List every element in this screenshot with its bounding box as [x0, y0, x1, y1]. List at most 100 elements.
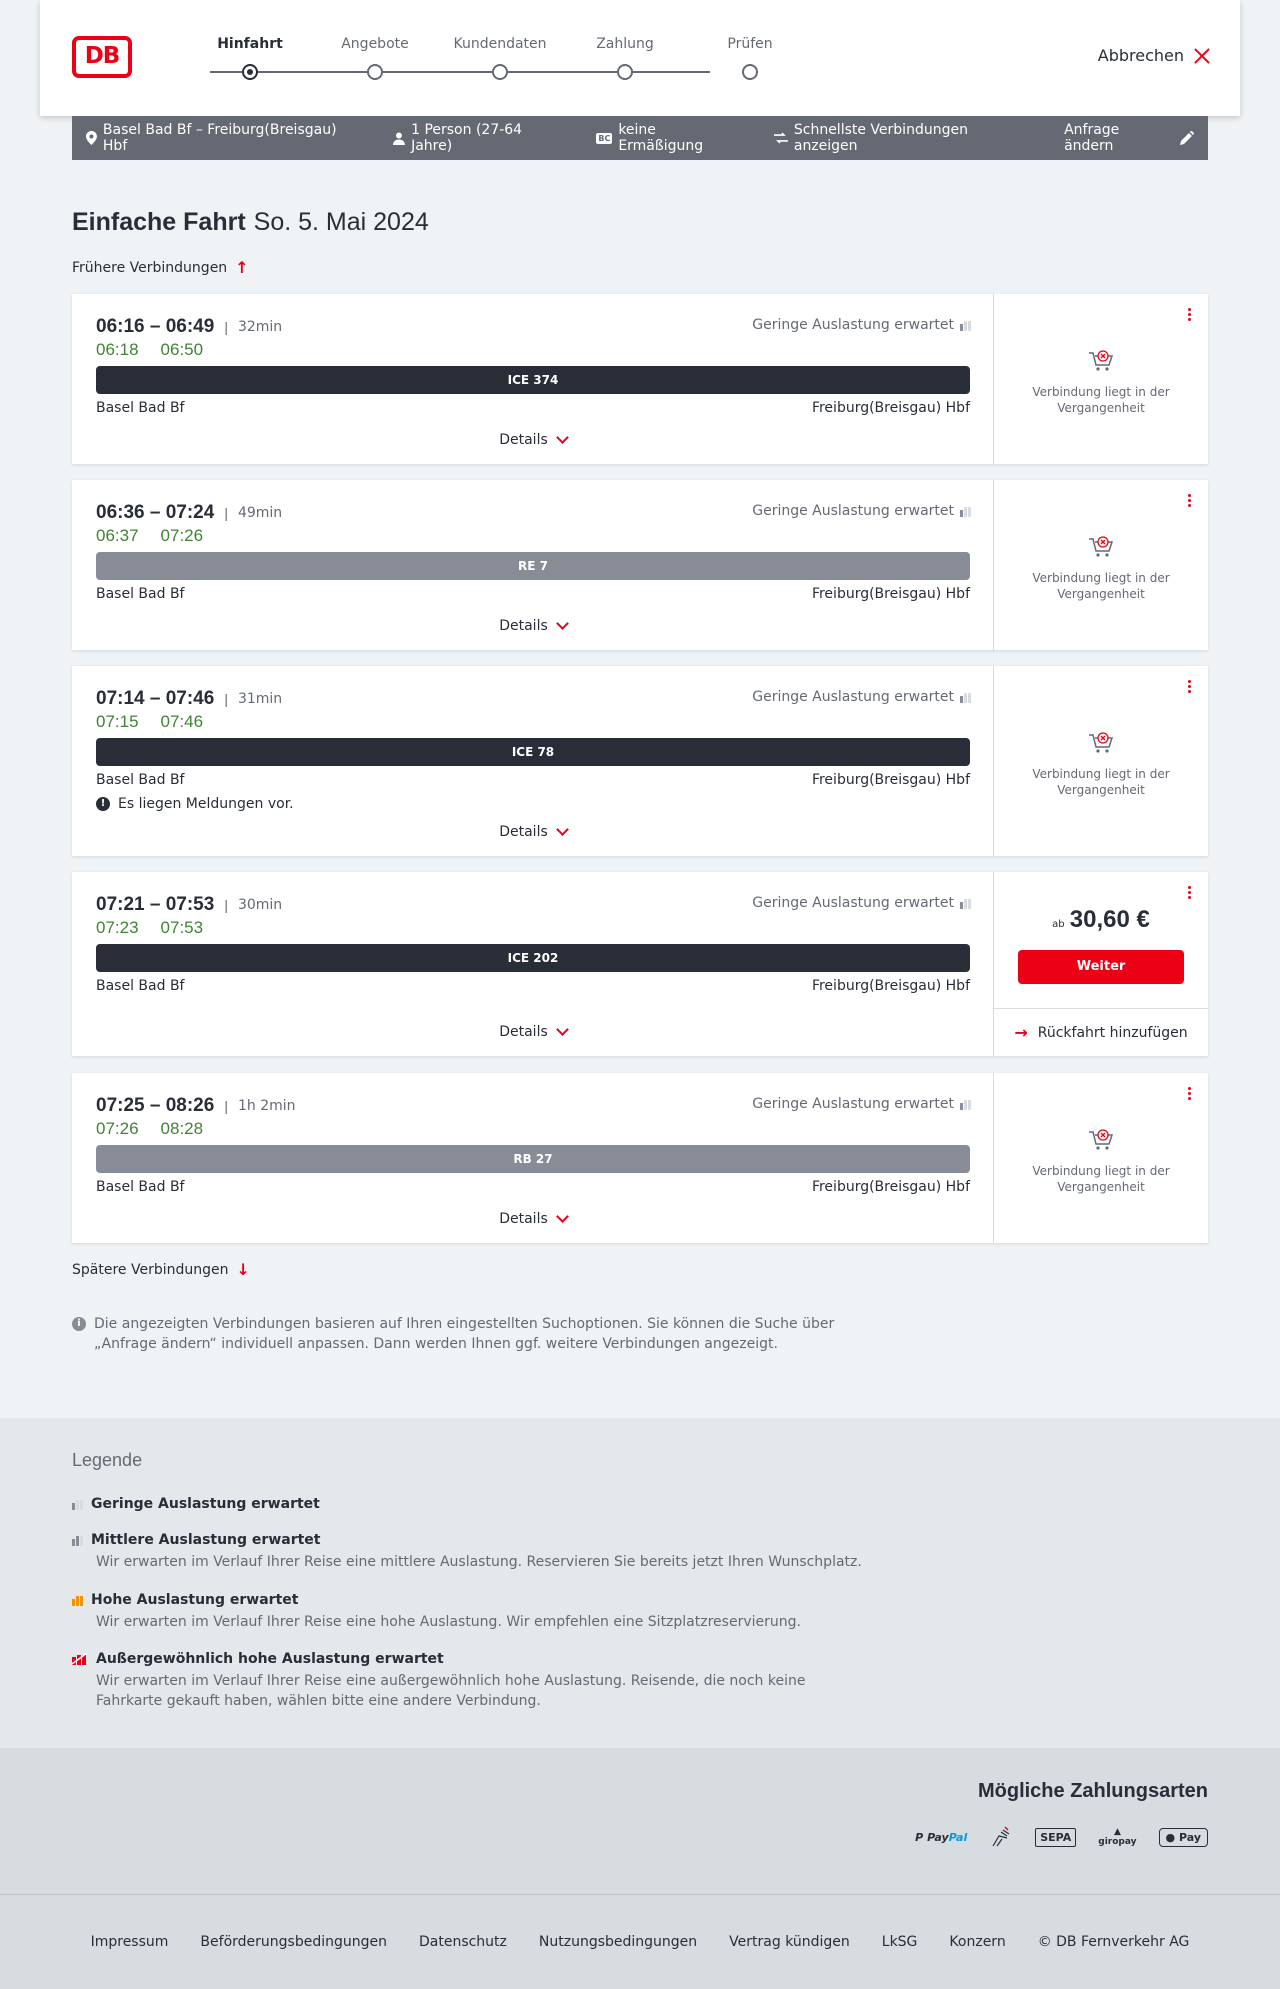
step-dot-active: [242, 64, 258, 80]
details-toggle[interactable]: Details: [72, 1023, 994, 1040]
connection-offer: ab 30,60 € Weiter → Rückfahrt hinzufügen: [994, 872, 1208, 1056]
earlier-connections-link[interactable]: Frühere Verbindungen ↑: [72, 258, 249, 277]
occupancy-info: Geringe Auslastung erwartet: [752, 895, 971, 911]
train-bar[interactable]: ICE 78: [96, 738, 970, 766]
swap-arrows-icon: [773, 132, 788, 144]
credit-card-hand-icon: [992, 1826, 1010, 1847]
legend-item-desc: Wir erwarten im Verlauf Ihrer Reise eine…: [96, 1673, 806, 1709]
add-return-trip-button[interactable]: → Rückfahrt hinzufügen: [994, 1008, 1208, 1056]
realtime-departure: 07:26: [96, 1119, 139, 1138]
footer-link-impressum[interactable]: Impressum: [91, 1934, 169, 1950]
duration: 31min: [237, 691, 283, 707]
occupancy-info: Geringe Auslastung erwartet: [752, 689, 971, 705]
connection-times: 07:25 – 08:26 | 1h 2min: [96, 1095, 296, 1116]
legend-item-title: Geringe Auslastung erwartet: [91, 1496, 320, 1512]
footer-link-konzern[interactable]: Konzern: [949, 1934, 1005, 1950]
footer-copyright[interactable]: © DB Fernverkehr AG: [1038, 1934, 1190, 1950]
details-toggle[interactable]: Details: [72, 823, 994, 840]
connection-card: 07:21 – 07:53 | 30min 07:23 07:53 Geringe A…: [72, 872, 1208, 1056]
add-return-label: Rückfahrt hinzufügen: [1037, 1024, 1188, 1041]
db-logo[interactable]: DB: [72, 36, 132, 78]
past-connection-info: Verbindung liegt in der Vergangenheit: [994, 534, 1208, 602]
train-bar[interactable]: ICE 202: [96, 944, 970, 972]
realtime-times: 06:18 06:50: [96, 340, 203, 360]
train-bar[interactable]: RB 27: [96, 1145, 970, 1173]
legend-item-title: Außergewöhnlich hohe Auslastung erwartet: [96, 1651, 444, 1667]
step-dot: [742, 64, 758, 80]
occupancy-label: Geringe Auslastung erwartet: [752, 895, 954, 911]
legend-item-desc: Wir erwarten im Verlauf Ihrer Reise eine…: [96, 1554, 862, 1570]
disruption-note[interactable]: ! Es liegen Meldungen vor.: [96, 796, 294, 812]
details-toggle[interactable]: Details: [72, 431, 994, 448]
step-hinfahrt: Hinfahrt: [195, 34, 305, 80]
planned-time: 06:16 – 06:49: [96, 316, 215, 337]
stepper-line: [210, 71, 710, 73]
details-toggle[interactable]: Details: [72, 1210, 994, 1227]
footer-link-vertrag-kuendigen[interactable]: Vertrag kündigen: [729, 1934, 850, 1950]
progress-stepper: Hinfahrt Angebote Kundendaten Zahlung Pr…: [170, 34, 773, 84]
later-connections-link[interactable]: Spätere Verbindungen ↓: [72, 1260, 250, 1279]
stations: Basel Bad Bf Freiburg(Breisgau) Hbf: [96, 586, 970, 602]
footer-link-lksg[interactable]: LkSG: [882, 1934, 918, 1950]
details-label: Details: [499, 1211, 548, 1227]
past-connection-text: Verbindung liegt in der Vergangenheit: [1032, 571, 1170, 601]
step-label: Prüfen: [727, 36, 773, 52]
more-options-icon[interactable]: [1186, 494, 1192, 507]
occupancy-info: Geringe Auslastung erwartet: [752, 1096, 971, 1112]
continue-button[interactable]: Weiter: [1018, 950, 1184, 984]
realtime-arrival: 06:50: [160, 340, 204, 359]
footer-link-befoerderungsbedingungen[interactable]: Beförderungsbedingungen: [200, 1934, 387, 1950]
past-connection-info: Verbindung liegt in der Vergangenheit: [994, 730, 1208, 798]
connection-offer: Verbindung liegt in der Vergangenheit: [994, 294, 1208, 464]
occupancy-low-icon: [960, 505, 971, 517]
train-bar[interactable]: RE 7: [96, 552, 970, 580]
more-options-icon[interactable]: [1186, 1087, 1192, 1100]
chevron-down-icon: [555, 617, 569, 630]
footer-link-nutzungsbedingungen[interactable]: Nutzungsbedingungen: [539, 1934, 697, 1950]
arrival-station: Freiburg(Breisgau) Hbf: [811, 1179, 970, 1195]
more-options-icon[interactable]: [1186, 680, 1192, 693]
connection-main: 07:25 – 08:26 | 1h 2min 07:26 08:28 Geringe…: [72, 1073, 994, 1243]
stations: Basel Bad Bf Freiburg(Breisgau) Hbf: [96, 400, 970, 416]
train-bar[interactable]: ICE 374: [96, 366, 970, 394]
more-options-icon[interactable]: [1186, 308, 1192, 321]
cart-unavailable-icon: [1089, 536, 1114, 557]
price-prefix: ab: [1052, 919, 1065, 930]
occupancy-label: Geringe Auslastung erwartet: [752, 689, 954, 705]
person-icon: [393, 132, 406, 145]
occupancy-legend: Legende Geringe Auslastung erwartet Mitt…: [0, 1418, 1280, 1748]
chevron-down-icon: [555, 823, 569, 836]
departure-station: Basel Bad Bf: [96, 772, 185, 788]
change-request-button[interactable]: Anfrage ändern: [1064, 122, 1194, 154]
cancel-label: Abbrechen: [1097, 46, 1184, 65]
realtime-times: 07:26 08:28: [96, 1119, 203, 1139]
details-label: Details: [499, 432, 548, 448]
footer-link-datenschutz[interactable]: Datenschutz: [419, 1934, 507, 1950]
paypal-logo: P PayPal: [915, 1830, 968, 1844]
occupancy-low-icon: [72, 1498, 83, 1510]
earlier-label: Frühere Verbindungen: [72, 259, 228, 276]
location-pin-icon: [86, 131, 97, 145]
details-label: Details: [499, 618, 548, 634]
connection-main: 06:36 – 07:24 | 49min 06:37 07:26 Geringe A…: [72, 480, 994, 650]
more-options-icon[interactable]: [1186, 886, 1192, 899]
details-toggle[interactable]: Details: [72, 617, 994, 634]
mode-text: Schnellste Verbindungen anzeigen: [793, 122, 968, 154]
summary-travellers: 1 Person (27-64 Jahre): [393, 122, 566, 154]
legend-item-medium: Mittlere Auslastung erwartet Wir erwarte…: [72, 1532, 876, 1572]
realtime-times: 07:15 07:46: [96, 712, 203, 732]
arrival-station: Freiburg(Breisgau) Hbf: [811, 772, 970, 788]
realtime-times: 07:23 07:53: [96, 918, 203, 938]
legend-title: Legende: [72, 1450, 143, 1470]
step-zahlung: Zahlung: [570, 34, 680, 80]
connection-card: 07:25 – 08:26 | 1h 2min 07:26 08:28 Geringe…: [72, 1073, 1208, 1243]
realtime-times: 06:37 07:26: [96, 526, 203, 546]
arrow-up-icon: ↑: [235, 258, 249, 277]
occupancy-low-icon: [960, 319, 971, 331]
travellers-text: 1 Person (27-64 Jahre): [411, 122, 523, 154]
connection-times: 07:14 – 07:46 | 31min: [96, 688, 283, 709]
realtime-departure: 07:23: [96, 918, 139, 937]
step-angebote: Angebote: [320, 34, 430, 80]
cancel-button[interactable]: Abbrechen: [1098, 46, 1210, 65]
stations: Basel Bad Bf Freiburg(Breisgau) Hbf: [96, 978, 970, 994]
